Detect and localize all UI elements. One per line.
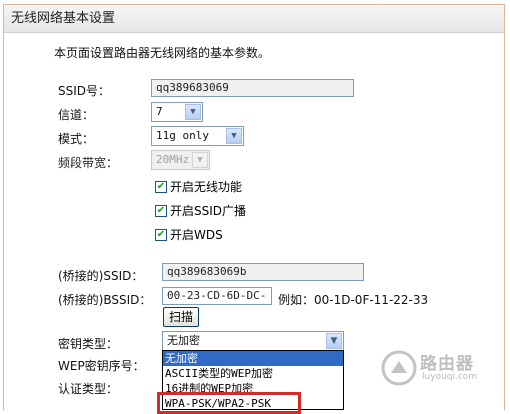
channel-select[interactable]: 7 ▼ bbox=[151, 102, 203, 122]
enable-wds-label: 开启WDS bbox=[170, 228, 223, 242]
bssid-example: 例如：00-1D-0F-11-22-33 bbox=[278, 293, 429, 307]
enable-wireless-checkbox[interactable]: ✔ bbox=[155, 180, 167, 193]
channel-label: 信道： bbox=[58, 108, 95, 122]
chevron-down-icon[interactable]: ▼ bbox=[185, 104, 201, 120]
router-logo-icon bbox=[381, 350, 417, 386]
enable-wds-checkbox[interactable]: ✔ bbox=[155, 228, 167, 241]
bridge-ssid-input[interactable]: qq389683069b bbox=[162, 263, 364, 281]
enable-ssid-broadcast-checkbox[interactable]: ✔ bbox=[155, 204, 167, 217]
bridge-ssid-label: (桥接的)SSID： bbox=[58, 269, 144, 283]
mode-label: 模式： bbox=[58, 132, 95, 146]
key-type-select[interactable]: 无加密 ▼ bbox=[162, 331, 344, 351]
enable-ssid-broadcast-row[interactable]: ✔ 开启SSID广播 bbox=[155, 202, 246, 218]
chevron-down-icon[interactable]: ▼ bbox=[326, 333, 342, 349]
chevron-down-icon: ▼ bbox=[192, 152, 208, 168]
mode-select[interactable]: 11g only ▼ bbox=[151, 126, 244, 146]
check-icon: ✔ bbox=[156, 228, 166, 240]
bandwidth-select: 20MHz ▼ bbox=[151, 150, 210, 170]
dropdown-option-no-encryption[interactable]: 无加密 bbox=[163, 351, 343, 366]
bridge-bssid-input[interactable]: 00-23-CD-6D-DC-26 bbox=[162, 287, 272, 318]
enable-wireless-row[interactable]: ✔ 开启无线功能 bbox=[155, 178, 242, 194]
mode-select-value: 11g only bbox=[156, 129, 209, 142]
check-icon: ✔ bbox=[156, 204, 166, 216]
watermark: 路由器 luyouqi.com bbox=[378, 345, 508, 405]
bandwidth-label: 频段带宽： bbox=[58, 156, 119, 170]
check-icon: ✔ bbox=[156, 180, 166, 192]
auth-type-label: 认证类型： bbox=[58, 382, 119, 396]
scan-button[interactable]: 扫描 bbox=[163, 307, 199, 327]
panel-title: 无线网络基本设置 bbox=[4, 5, 504, 33]
channel-select-value: 7 bbox=[156, 105, 163, 118]
ssid-label: SSID号： bbox=[58, 84, 111, 98]
key-type-label: 密钥类型： bbox=[58, 337, 119, 351]
page-description: 本页面设置路由器无线网络的基本参数。 bbox=[54, 46, 271, 60]
wep-index-label: WEP密钥序号： bbox=[58, 359, 145, 373]
dropdown-option-ascii-wep[interactable]: ASCII类型的WEP加密 bbox=[163, 366, 343, 381]
ssid-input[interactable]: qq389683069 bbox=[151, 79, 354, 97]
bridge-bssid-label: (桥接的)BSSID： bbox=[58, 293, 152, 307]
enable-ssid-broadcast-label: 开启SSID广播 bbox=[170, 204, 247, 218]
watermark-text: 路由器 bbox=[420, 354, 474, 374]
key-type-select-value: 无加密 bbox=[167, 334, 200, 347]
highlight-box bbox=[157, 392, 301, 414]
watermark-subtext: luyouqi.com bbox=[422, 372, 478, 382]
chevron-down-icon[interactable]: ▼ bbox=[226, 128, 242, 144]
enable-wireless-label: 开启无线功能 bbox=[170, 180, 243, 194]
enable-wds-row[interactable]: ✔ 开启WDS bbox=[155, 226, 223, 242]
bandwidth-select-value: 20MHz bbox=[156, 153, 190, 166]
